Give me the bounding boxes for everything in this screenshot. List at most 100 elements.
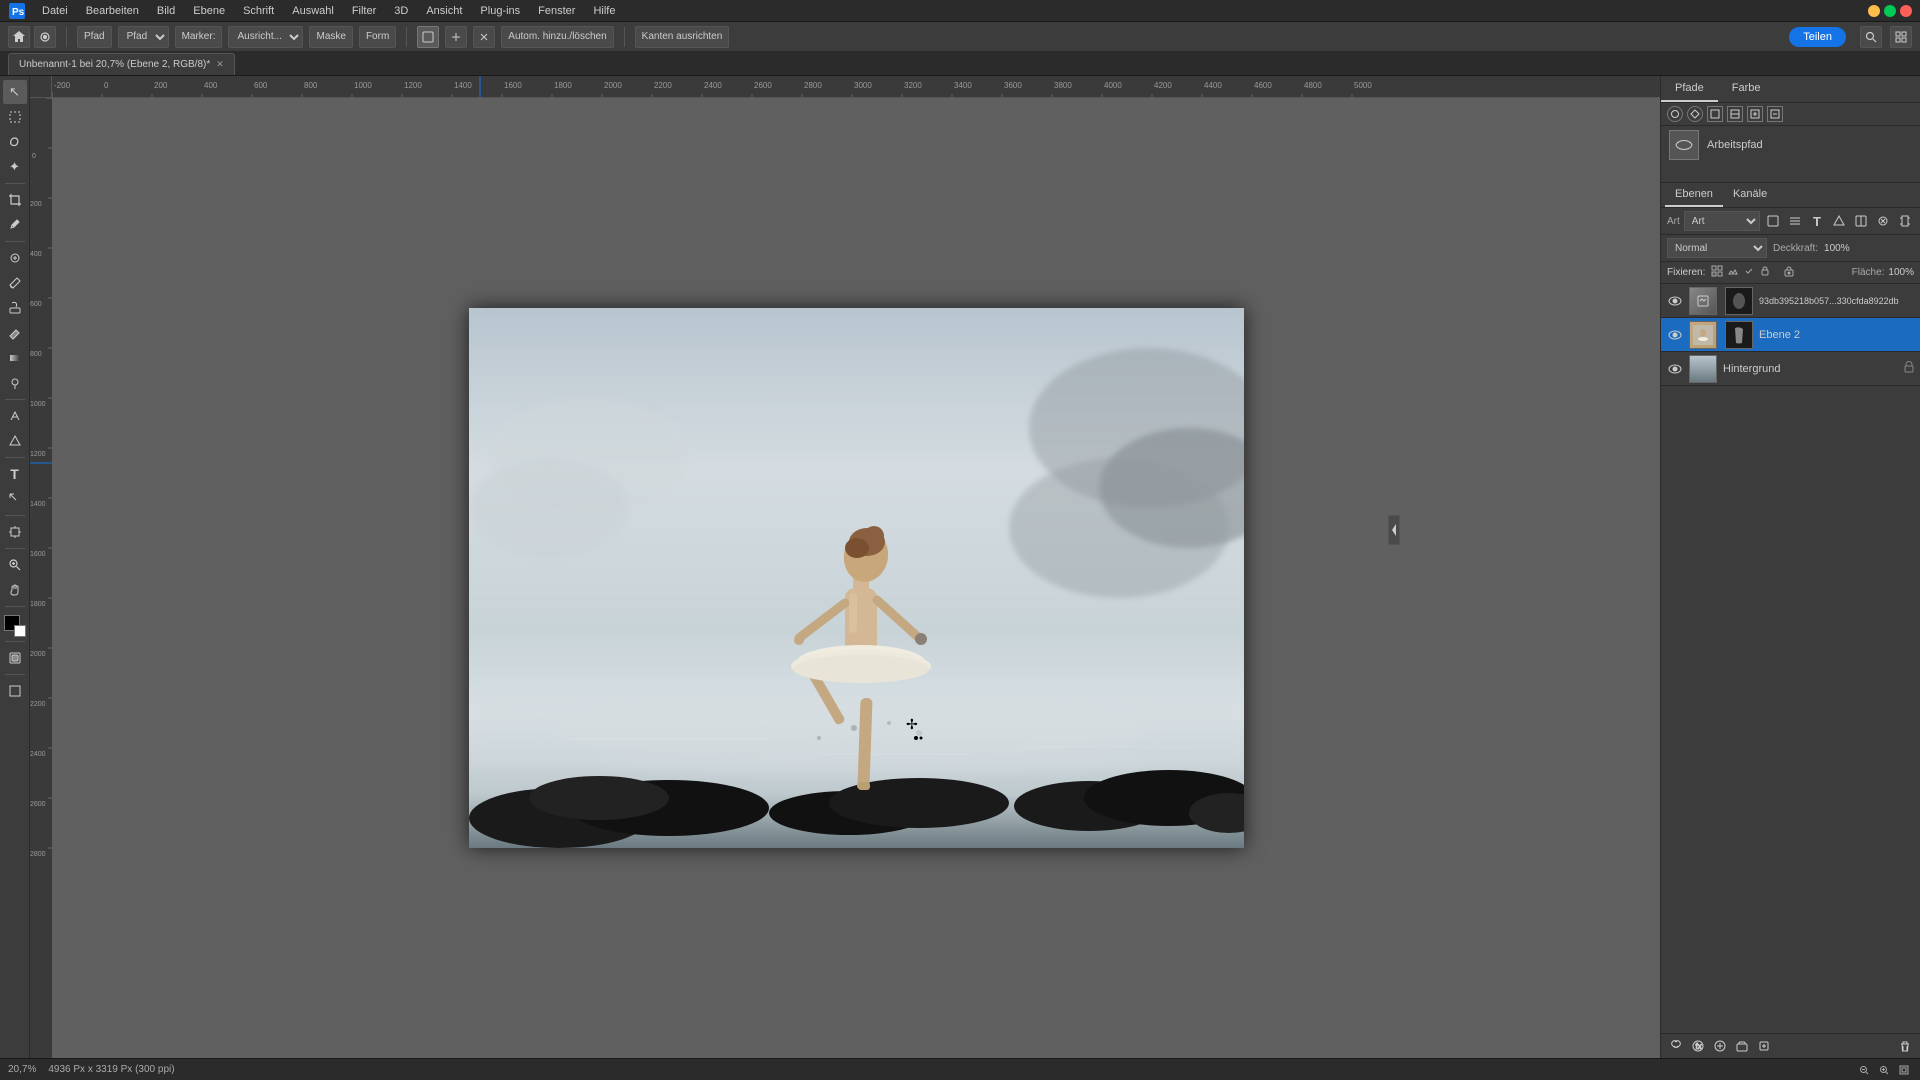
screen-mode-tool[interactable] — [3, 679, 27, 703]
canvas-viewport[interactable]: ✢ — [52, 98, 1660, 1058]
path-item-arbeitspfad[interactable]: Arbeitspfad — [1661, 126, 1920, 164]
tab-close-button[interactable]: ✕ — [216, 59, 224, 70]
lock-artboard-btn[interactable] — [1743, 265, 1755, 280]
menu-3d[interactable]: 3D — [386, 3, 416, 19]
hand-tool[interactable] — [3, 578, 27, 602]
layer-visibility-1[interactable] — [1667, 327, 1683, 343]
path-square-btn-2[interactable] — [1727, 106, 1743, 122]
form-button[interactable]: Form — [359, 26, 396, 48]
artboard-tool[interactable] — [3, 520, 27, 544]
text-tool[interactable]: T — [3, 462, 27, 486]
gradient-tool[interactable] — [3, 346, 27, 370]
path-delete-btn[interactable] — [1767, 106, 1783, 122]
lock-transparent-btn[interactable] — [1711, 265, 1723, 280]
menu-bild[interactable]: Bild — [149, 3, 183, 19]
pfad-select[interactable]: Pfad — [118, 26, 169, 48]
menu-hilfe[interactable]: Hilfe — [585, 3, 623, 19]
lock-position-btn[interactable] — [1759, 265, 1771, 280]
menu-auswahl[interactable]: Auswahl — [284, 3, 342, 19]
share-button[interactable]: Teilen — [1789, 27, 1846, 47]
layer-item-1[interactable]: Ebene 2 — [1661, 318, 1920, 352]
search-button[interactable] — [1860, 26, 1882, 48]
layer-visibility-0[interactable] — [1667, 293, 1683, 309]
layer-icon-3[interactable]: T — [1808, 212, 1826, 230]
path-diamond-btn[interactable] — [1687, 106, 1703, 122]
blend-mode-select[interactable]: Normal — [1667, 238, 1767, 258]
svg-text:✢: ✢ — [906, 716, 918, 732]
menu-plugins[interactable]: Plug-ins — [472, 3, 528, 19]
lock-all-btn[interactable] — [1783, 265, 1795, 280]
layer-icon-1[interactable] — [1764, 212, 1782, 230]
path-add-btn[interactable] — [1747, 106, 1763, 122]
create-group-btn[interactable] — [1733, 1037, 1751, 1055]
menu-fenster[interactable]: Fenster — [530, 3, 583, 19]
rubber-band-button[interactable] — [417, 26, 439, 48]
path-square-btn-1[interactable] — [1707, 106, 1723, 122]
link-layers-btn[interactable] — [1667, 1037, 1685, 1055]
status-bar: 20,7% 4936 Px x 3319 Px (300 ppi) — [0, 1058, 1920, 1080]
tab-ebenen[interactable]: Ebenen — [1665, 183, 1723, 207]
layer-icon-4[interactable] — [1830, 212, 1848, 230]
brush-option-button[interactable] — [34, 26, 56, 48]
maske-button[interactable]: Maske — [309, 26, 352, 48]
move-tool[interactable]: ↖ — [3, 80, 27, 104]
minimize-button[interactable] — [1868, 5, 1880, 17]
convert-anchor-button[interactable] — [473, 26, 495, 48]
panel-collapse-button[interactable] — [1388, 515, 1400, 545]
layer-visibility-2[interactable] — [1667, 361, 1683, 377]
spot-healing-tool[interactable] — [3, 246, 27, 270]
layer-icon-5[interactable] — [1852, 212, 1870, 230]
add-anchor-button[interactable] — [445, 26, 467, 48]
shape-tool[interactable] — [3, 429, 27, 453]
dodge-tool[interactable] — [3, 371, 27, 395]
maximize-button[interactable] — [1884, 5, 1896, 17]
selection-tool[interactable] — [3, 105, 27, 129]
tools-panel: ↖ ✦ — [0, 76, 30, 1058]
menu-datei[interactable]: Datei — [34, 3, 76, 19]
menu-schrift[interactable]: Schrift — [235, 3, 282, 19]
eyedropper-tool[interactable] — [3, 213, 27, 237]
layer-item-0[interactable]: 93db395218b057...330cfda8922db — [1661, 284, 1920, 318]
marker-select[interactable]: Ausricht... — [228, 26, 303, 48]
foreground-color[interactable] — [4, 615, 26, 637]
zoom-out-btn[interactable] — [1856, 1062, 1872, 1078]
tab-pfade[interactable]: Pfade — [1661, 76, 1718, 102]
zoom-in-btn[interactable] — [1876, 1062, 1892, 1078]
brush-tool[interactable] — [3, 271, 27, 295]
tab-farbe[interactable]: Farbe — [1718, 76, 1775, 102]
layer-icon-6[interactable] — [1874, 212, 1892, 230]
add-effect-btn[interactable]: fx — [1689, 1037, 1707, 1055]
zoom-tool[interactable] — [3, 553, 27, 577]
menu-ebene[interactable]: Ebene — [185, 3, 233, 19]
art-filter-select[interactable]: Art — [1684, 211, 1760, 231]
fit-screen-btn[interactable] — [1896, 1062, 1912, 1078]
menu-filter[interactable]: Filter — [344, 3, 384, 19]
layer-icon-2[interactable] — [1786, 212, 1804, 230]
lasso-tool[interactable] — [3, 130, 27, 154]
path-selection-tool[interactable] — [3, 487, 27, 511]
pen-tool[interactable] — [3, 404, 27, 428]
arrange-button[interactable] — [1890, 26, 1912, 48]
path-circle-btn[interactable] — [1667, 106, 1683, 122]
layer-item-2[interactable]: Hintergrund — [1661, 352, 1920, 386]
layer-icon-7[interactable] — [1896, 212, 1914, 230]
menu-bearbeiten[interactable]: Bearbeiten — [78, 3, 147, 19]
create-layer-btn[interactable] — [1755, 1037, 1773, 1055]
magic-wand-tool[interactable]: ✦ — [3, 155, 27, 179]
document-tab[interactable]: Unbenannt-1 bei 20,7% (Ebene 2, RGB/8)* … — [8, 53, 235, 75]
home-button[interactable] — [8, 26, 30, 48]
lock-image-btn[interactable] — [1727, 265, 1739, 280]
close-button[interactable] — [1900, 5, 1912, 17]
autom-button[interactable]: Autom. hinzu./löschen — [501, 26, 613, 48]
quick-mask-tool[interactable] — [3, 646, 27, 670]
opacity-label: Deckkraft: — [1773, 243, 1818, 254]
paths-content: Arbeitspfad — [1661, 103, 1920, 183]
delete-layer-btn[interactable] — [1896, 1037, 1914, 1055]
crop-tool[interactable] — [3, 188, 27, 212]
clone-stamp-tool[interactable] — [3, 296, 27, 320]
eraser-tool[interactable] — [3, 321, 27, 345]
menu-ansicht[interactable]: Ansicht — [418, 3, 470, 19]
kanten-button[interactable]: Kanten ausrichten — [635, 26, 730, 48]
tab-kanaele[interactable]: Kanäle — [1723, 183, 1777, 207]
add-mask-btn[interactable] — [1711, 1037, 1729, 1055]
